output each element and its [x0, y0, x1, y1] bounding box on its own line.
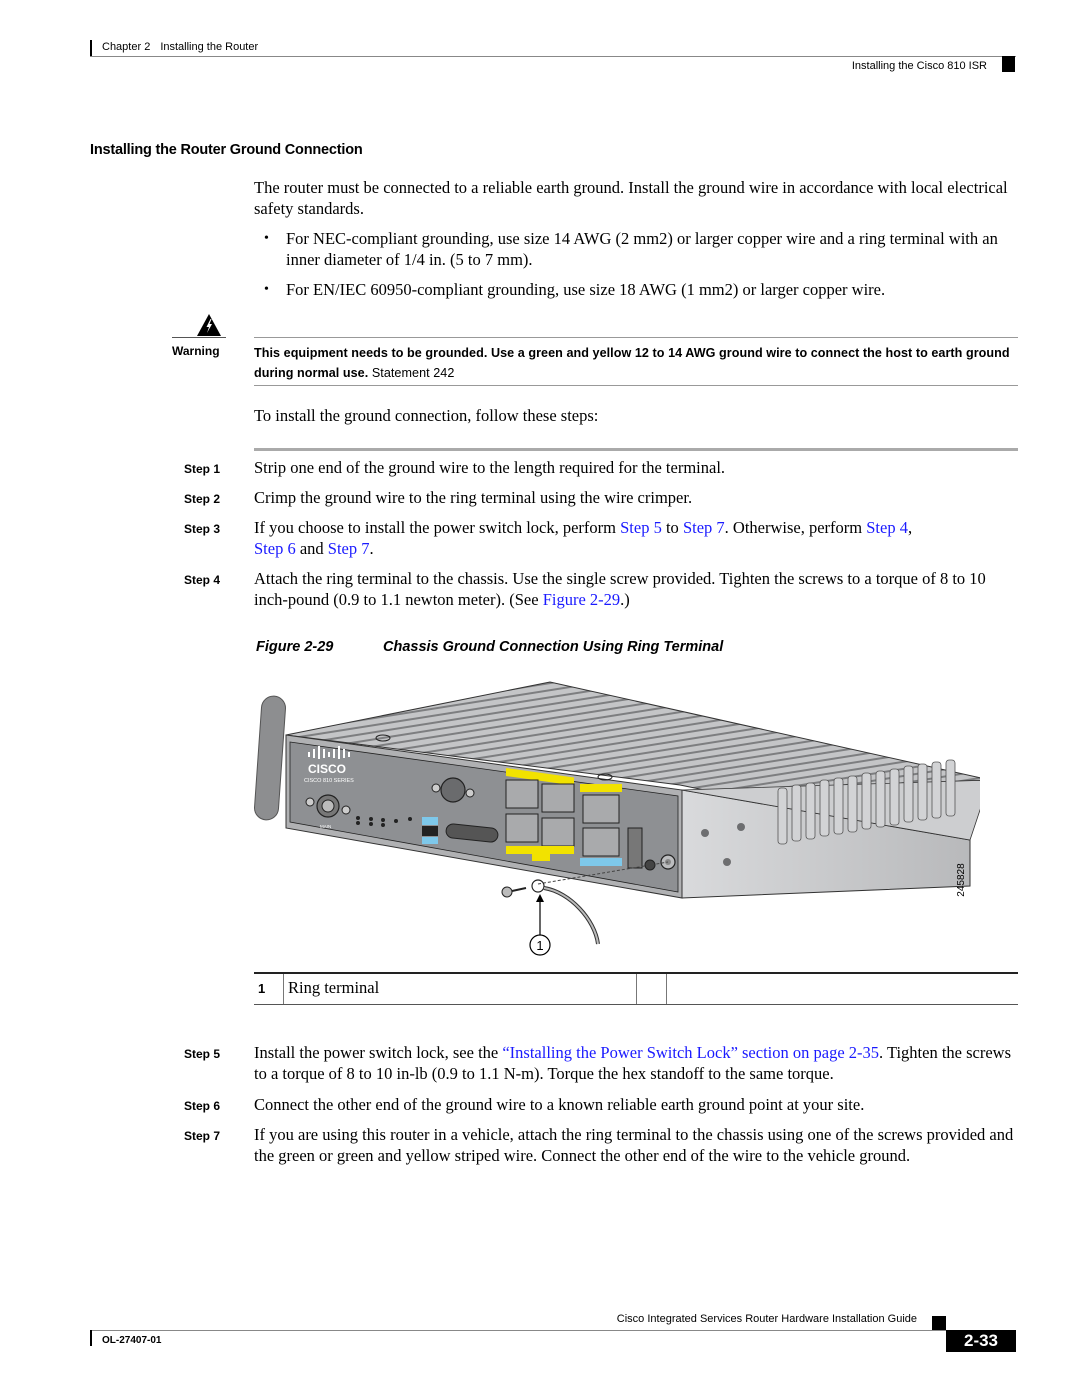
- header-block: [1002, 56, 1015, 72]
- bullet-glyph: •: [264, 231, 269, 246]
- header-chapter: Chapter 2 Installing the Router: [102, 41, 258, 53]
- figure-number: Figure 2-29: [256, 639, 334, 655]
- gps-port: [440, 777, 466, 803]
- power-switch: [644, 859, 656, 871]
- ring-terminal: [531, 879, 545, 893]
- side-screw-hole: [701, 829, 709, 837]
- intro-paragraph: The router must be connected to a reliab…: [254, 178, 1008, 218]
- header-section: Installing the Cisco 810 ISR: [851, 60, 987, 72]
- page-number: 2-33: [946, 1330, 1016, 1352]
- step-label: Step 1: [184, 462, 221, 476]
- text-run: .): [620, 590, 630, 609]
- footer-block: [932, 1316, 946, 1330]
- side-screw-hole: [723, 858, 731, 866]
- bullet-item: For EN/IEC 60950-compliant grounding, us…: [286, 280, 886, 299]
- step-label: Step 4: [184, 573, 221, 587]
- step-label: Step 7: [184, 1129, 221, 1143]
- warning-triangle-icon: [197, 314, 221, 336]
- link-step-6[interactable]: Step 6: [254, 539, 296, 558]
- footer-guide-title: Cisco Integrated Services Router Hardwar…: [616, 1313, 917, 1325]
- footer-doc-id: OL-27407-01: [102, 1335, 162, 1346]
- warning-icon-rule: [172, 337, 226, 338]
- warning-text: This equipment needs to be grounded. Use…: [254, 343, 1024, 383]
- figure-legend-table: 1 Ring terminal: [254, 972, 1018, 1005]
- legend-text: Ring terminal: [288, 978, 380, 997]
- header-bar: [90, 40, 92, 56]
- step-text: Strip one end of the ground wire to the …: [254, 458, 726, 477]
- text-run: to: [661, 518, 683, 537]
- bullet-item: For NEC-compliant grounding, use size 14…: [286, 229, 998, 269]
- step-text: If you are using this router in a vehicl…: [254, 1125, 1014, 1165]
- port-screw: [341, 805, 351, 815]
- header-rule: [90, 56, 1016, 57]
- usb-port: [422, 826, 438, 836]
- link-figure-2-29[interactable]: Figure 2-29: [543, 590, 620, 609]
- chapter-number: Chapter 2: [102, 41, 151, 53]
- figure-title: Chassis Ground Connection Using Ring Ter…: [383, 639, 724, 655]
- link-step-7[interactable]: Step 7: [328, 539, 370, 558]
- legend-divider: [636, 974, 637, 1004]
- bullet-glyph: •: [264, 282, 269, 297]
- text-run: and: [295, 539, 328, 558]
- link-step-7[interactable]: Step 7: [683, 518, 725, 537]
- text-run: Install the power switch lock, see the: [254, 1043, 503, 1062]
- step-text: Crimp the ground wire to the ring termin…: [254, 488, 693, 507]
- text-run: ,: [907, 518, 913, 537]
- port-core: [321, 799, 335, 813]
- step-label: Step 5: [184, 1047, 221, 1061]
- step-text: If you choose to install the power switc…: [254, 517, 1019, 559]
- port-screw: [465, 788, 475, 798]
- side-screw-hole: [737, 823, 745, 831]
- console-label-bg: [580, 858, 622, 866]
- legend-divider: [283, 974, 284, 1004]
- step-label: Step 2: [184, 492, 221, 506]
- legend-number: 1: [258, 981, 266, 996]
- callout-number: 1: [536, 938, 543, 953]
- power-jack: [627, 827, 643, 869]
- chapter-title: Installing the Router: [160, 41, 259, 53]
- step-text: Attach the ring terminal to the chassis.…: [254, 568, 1019, 610]
- text-run: .: [369, 539, 374, 558]
- wan-label-bg: [580, 784, 622, 792]
- router-ground-illustration: CISCO CISCO 810 SERIES MAIN 1 245828: [254, 681, 980, 956]
- lan-bottom-label-bg: [506, 846, 574, 854]
- footer-bar: [90, 1330, 92, 1346]
- step-text: Connect the other end of the ground wire…: [254, 1095, 865, 1114]
- steps-rule: [254, 448, 1018, 451]
- section-title: Installing the Router Ground Connection: [90, 142, 363, 158]
- callout-arrowhead: [536, 894, 544, 902]
- lan-group-label-bg: [532, 854, 550, 861]
- main-label: MAIN: [320, 824, 331, 829]
- art-id: 245828: [956, 863, 967, 897]
- warning-rule-top: [254, 337, 1018, 338]
- warning-statement: Statement 242: [368, 366, 455, 380]
- link-step-4[interactable]: Step 4: [866, 518, 908, 537]
- series-label: CISCO 810 SERIES: [304, 778, 354, 784]
- ground-wire: [543, 886, 600, 945]
- link-step-5[interactable]: Step 5: [620, 518, 662, 537]
- legend-divider: [666, 974, 667, 1004]
- text-run: . Otherwise, perform: [724, 518, 867, 537]
- steps-intro: To install the ground connection, follow…: [254, 406, 599, 425]
- usb-top-label-bg: [422, 817, 438, 825]
- usb-bottom-label-bg: [422, 837, 438, 844]
- port-screw: [431, 783, 441, 793]
- ground-wire-highlight: [543, 887, 599, 945]
- warning-rule-bottom: [254, 385, 1018, 386]
- step-label: Step 3: [184, 522, 221, 536]
- text-run: If you choose to install the power switc…: [254, 518, 621, 537]
- port-screw: [305, 797, 315, 807]
- brand-label: CISCO: [308, 762, 346, 776]
- step-text: Install the power switch lock, see the “…: [254, 1042, 1019, 1084]
- step-label: Step 6: [184, 1099, 221, 1113]
- warning-label: Warning: [172, 344, 220, 358]
- link-power-switch-lock-section[interactable]: “Installing the Power Switch Lock” secti…: [502, 1043, 879, 1062]
- footer-rule: [90, 1330, 1016, 1331]
- screw: [501, 886, 527, 898]
